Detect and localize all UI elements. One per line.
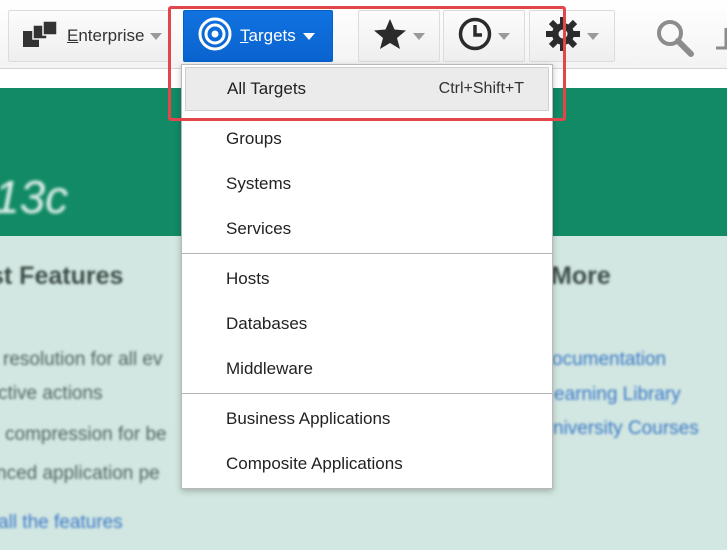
menu-item-middleware[interactable]: Middleware bbox=[182, 347, 552, 391]
enterprise-icon bbox=[23, 19, 59, 52]
feature-line: resolution for all ev bbox=[3, 349, 163, 370]
menu-item-label: Services bbox=[226, 219, 292, 238]
favorites-menu-button[interactable] bbox=[358, 10, 440, 62]
targets-menu-button[interactable]: Targets bbox=[183, 10, 333, 62]
global-toolbar: Enterprise Targets bbox=[0, 0, 727, 69]
menu-item-label: Composite Applications bbox=[226, 454, 403, 473]
feature-line: compression for be bbox=[5, 424, 167, 445]
history-menu-button[interactable] bbox=[443, 10, 525, 62]
targets-label: Targets bbox=[240, 26, 296, 45]
chevron-down-icon bbox=[498, 32, 510, 40]
gear-icon bbox=[545, 16, 581, 57]
menu-item-groups[interactable]: Groups bbox=[182, 117, 552, 161]
learning-library-link[interactable]: earning Library bbox=[554, 384, 681, 406]
features-heading: st Features bbox=[0, 262, 124, 290]
targets-dropdown-menu: All Targets Ctrl+Shift+T Groups Systems … bbox=[181, 64, 553, 489]
menu-item-label: Business Applications bbox=[226, 409, 391, 428]
chevron-down-icon bbox=[413, 32, 425, 40]
chevron-down-icon bbox=[150, 32, 163, 40]
setup-menu-button[interactable] bbox=[529, 10, 615, 62]
search-button[interactable] bbox=[652, 18, 698, 62]
menu-item-systems[interactable]: Systems bbox=[182, 162, 552, 206]
star-icon bbox=[373, 18, 407, 55]
menu-item-business-applications[interactable]: Business Applications bbox=[182, 397, 552, 441]
enterprise-label: Enterprise bbox=[67, 26, 145, 45]
menu-item-label: Middleware bbox=[226, 359, 313, 378]
menu-item-label: Systems bbox=[226, 174, 292, 193]
documentation-link[interactable]: ocumentation bbox=[552, 349, 666, 371]
clock-icon bbox=[458, 17, 492, 56]
menu-item-composite-applications[interactable]: Composite Applications bbox=[182, 442, 552, 486]
keyboard-shortcut: Ctrl+Shift+T bbox=[438, 80, 524, 97]
menu-item-label: Hosts bbox=[226, 269, 270, 288]
menu-item-hosts[interactable]: Hosts bbox=[182, 257, 552, 301]
hero-title: 13c bbox=[0, 171, 69, 223]
feature-line: nced application pe bbox=[0, 463, 160, 484]
chevron-down-icon bbox=[587, 32, 599, 40]
more-heading: More bbox=[551, 262, 611, 290]
menu-item-label: Groups bbox=[226, 129, 282, 148]
all-features-link[interactable]: all the features bbox=[0, 512, 123, 534]
menu-item-label: All Targets bbox=[227, 79, 307, 98]
menu-item-label: Databases bbox=[226, 314, 308, 333]
feature-line: ctive actions bbox=[0, 383, 103, 404]
menu-divider bbox=[182, 393, 552, 394]
target-icon bbox=[198, 17, 232, 56]
user-icon[interactable] bbox=[714, 26, 727, 52]
menu-divider bbox=[182, 253, 552, 254]
menu-item-services[interactable]: Services bbox=[182, 207, 552, 251]
enterprise-menu-button[interactable]: Enterprise bbox=[8, 10, 170, 62]
university-courses-link[interactable]: niversity Courses bbox=[553, 418, 699, 440]
menu-item-databases[interactable]: Databases bbox=[182, 302, 552, 346]
menu-item-all-targets[interactable]: All Targets Ctrl+Shift+T bbox=[185, 67, 549, 111]
chevron-down-icon bbox=[302, 32, 315, 40]
search-icon bbox=[655, 18, 695, 63]
